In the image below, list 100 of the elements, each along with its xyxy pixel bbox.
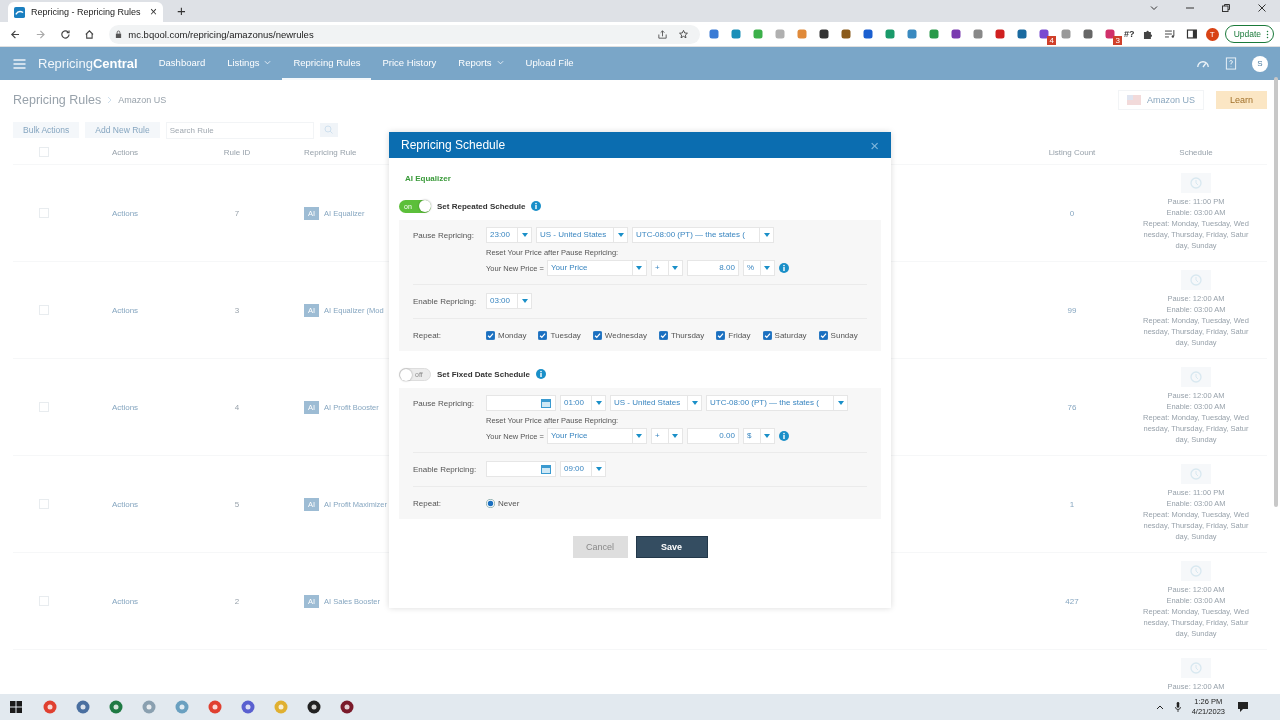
select-field[interactable]: UTC-08:00 (PT) — the states ( — [706, 395, 848, 411]
taskbar-app-icon[interactable] — [307, 700, 321, 714]
profile-avatar[interactable]: T — [1205, 27, 1219, 41]
select-field[interactable]: + — [650, 428, 683, 444]
column-header: Schedule — [1179, 147, 1213, 157]
calendar-icon[interactable] — [541, 464, 551, 474]
back-icon[interactable] — [10, 28, 21, 40]
nav-menu-item[interactable]: Dashboard — [147, 47, 217, 80]
browser-tab[interactable]: Repricing - Repricing Rules × — [8, 2, 163, 22]
menu-icon[interactable] — [13, 58, 26, 69]
select-field[interactable]: 23:00 — [486, 227, 532, 243]
extension-icon[interactable] — [1081, 28, 1094, 40]
checkbox[interactable] — [716, 331, 726, 340]
date-field[interactable] — [486, 461, 556, 477]
select-field[interactable]: $ — [742, 428, 775, 444]
actions-dropdown[interactable]: Actions — [111, 208, 139, 218]
extension-icon[interactable] — [1015, 28, 1028, 40]
checkbox[interactable] — [538, 331, 548, 340]
nav-menu-item[interactable]: Price History — [371, 47, 448, 80]
date-field[interactable] — [486, 395, 556, 411]
extension-icon[interactable] — [839, 28, 852, 40]
select-field[interactable]: US - United States — [610, 395, 702, 411]
select-field[interactable]: + — [650, 260, 683, 276]
chevron-down-icon — [264, 60, 272, 65]
scrollbar[interactable] — [1274, 77, 1278, 507]
caret-icon — [617, 233, 624, 237]
extension-icon[interactable] — [861, 28, 874, 40]
close-button[interactable]: × — [870, 136, 879, 154]
reload-icon[interactable] — [59, 28, 71, 40]
column-header: Listing Count — [1048, 147, 1096, 157]
tab-search-icon[interactable] — [1149, 3, 1159, 13]
checkbox[interactable] — [658, 331, 668, 340]
info-icon[interactable] — [531, 201, 542, 211]
listing-count-link[interactable]: 1 — [1069, 499, 1075, 509]
info-icon[interactable] — [535, 369, 546, 379]
taskbar-app-icon[interactable] — [340, 700, 354, 714]
extension-icon[interactable] — [1037, 28, 1050, 40]
price-input[interactable]: 8.00 — [686, 260, 739, 276]
close-tab-button[interactable]: × — [150, 5, 157, 19]
radio-button[interactable] — [486, 499, 495, 508]
select-field[interactable]: 09:00 — [560, 461, 606, 477]
share-icon[interactable] — [656, 28, 668, 40]
select-field[interactable]: 03:00 — [486, 293, 532, 309]
home-icon[interactable] — [84, 28, 96, 40]
notification-icon[interactable] — [1237, 701, 1249, 713]
select-field[interactable]: Your Price — [546, 260, 647, 276]
price-input[interactable]: 0.00 — [686, 428, 739, 444]
checkbox[interactable] — [818, 331, 828, 340]
checkbox[interactable] — [592, 331, 602, 340]
restore-icon[interactable] — [1221, 3, 1231, 13]
select-field[interactable]: US - United States — [536, 227, 628, 243]
user-avatar[interactable]: S — [1252, 55, 1268, 72]
nav-menu-item[interactable]: Reports — [447, 47, 515, 80]
listing-count-link[interactable]: 99 — [1067, 305, 1077, 315]
actions-dropdown[interactable]: Actions — [111, 499, 139, 509]
microphone-icon[interactable] — [1173, 702, 1182, 712]
listing-count-link[interactable]: 0 — [1069, 208, 1075, 218]
search-field[interactable]: Search Rule — [165, 121, 314, 139]
actions-dropdown[interactable]: Actions — [111, 402, 139, 412]
select-field[interactable]: UTC-08:00 (PT) — the states ( — [632, 227, 774, 243]
info-icon[interactable] — [778, 431, 789, 441]
marketplace-dropdown[interactable]: Amazon US — [1117, 90, 1204, 110]
windows-start-icon[interactable] — [10, 701, 22, 713]
select-field[interactable]: Your Price — [546, 428, 647, 444]
help-icon[interactable] — [1224, 57, 1238, 70]
nav-menu-item[interactable]: Listings — [216, 47, 283, 80]
listing-count-link[interactable]: 427 — [1065, 596, 1079, 606]
checkbox[interactable] — [762, 331, 772, 340]
nav-menu-item[interactable]: Upload File — [514, 47, 585, 80]
add-rule-button[interactable]: Add New Rule — [85, 122, 160, 138]
actions-dropdown[interactable]: Actions — [111, 596, 139, 606]
actions-dropdown[interactable]: Actions — [111, 305, 139, 315]
select-field[interactable]: 01:00 — [560, 395, 606, 411]
app-logo[interactable]: RepricingCentral — [38, 56, 138, 71]
star-icon[interactable] — [677, 28, 689, 40]
bulk-actions-button[interactable]: Bulk Actions — [13, 122, 80, 138]
new-tab-button[interactable]: + — [177, 1, 186, 19]
listing-count-link[interactable]: 76 — [1067, 402, 1077, 412]
flag-icon — [1126, 95, 1141, 105]
select-field[interactable]: % — [742, 260, 775, 276]
breadcrumb[interactable]: Amazon US — [118, 95, 167, 105]
media-icon[interactable] — [1164, 28, 1176, 40]
close-icon[interactable] — [1257, 3, 1267, 13]
caret-icon — [521, 299, 528, 303]
nav-menu-item[interactable]: Repricing Rules — [282, 47, 372, 80]
forward-icon[interactable] — [34, 28, 46, 40]
calendar-icon[interactable] — [541, 398, 551, 408]
chevron-right-icon — [107, 96, 113, 104]
puzzle-icon[interactable] — [1142, 28, 1155, 40]
extension-icon[interactable] — [949, 28, 962, 40]
option-label: Tuesday — [550, 331, 581, 340]
address-bar[interactable]: mc.bqool.com/repricing/amazonus/newrules — [109, 24, 700, 44]
info-icon[interactable] — [778, 263, 789, 273]
side-panel-icon[interactable] — [1186, 28, 1198, 40]
save-button[interactable]: Save — [635, 536, 708, 558]
extension-icon[interactable] — [817, 28, 830, 40]
extension-button[interactable]: #? — [1123, 29, 1135, 39]
learn-button[interactable]: Learn — [1215, 91, 1267, 109]
extension-icon[interactable] — [993, 28, 1006, 40]
checkbox[interactable] — [486, 331, 495, 340]
